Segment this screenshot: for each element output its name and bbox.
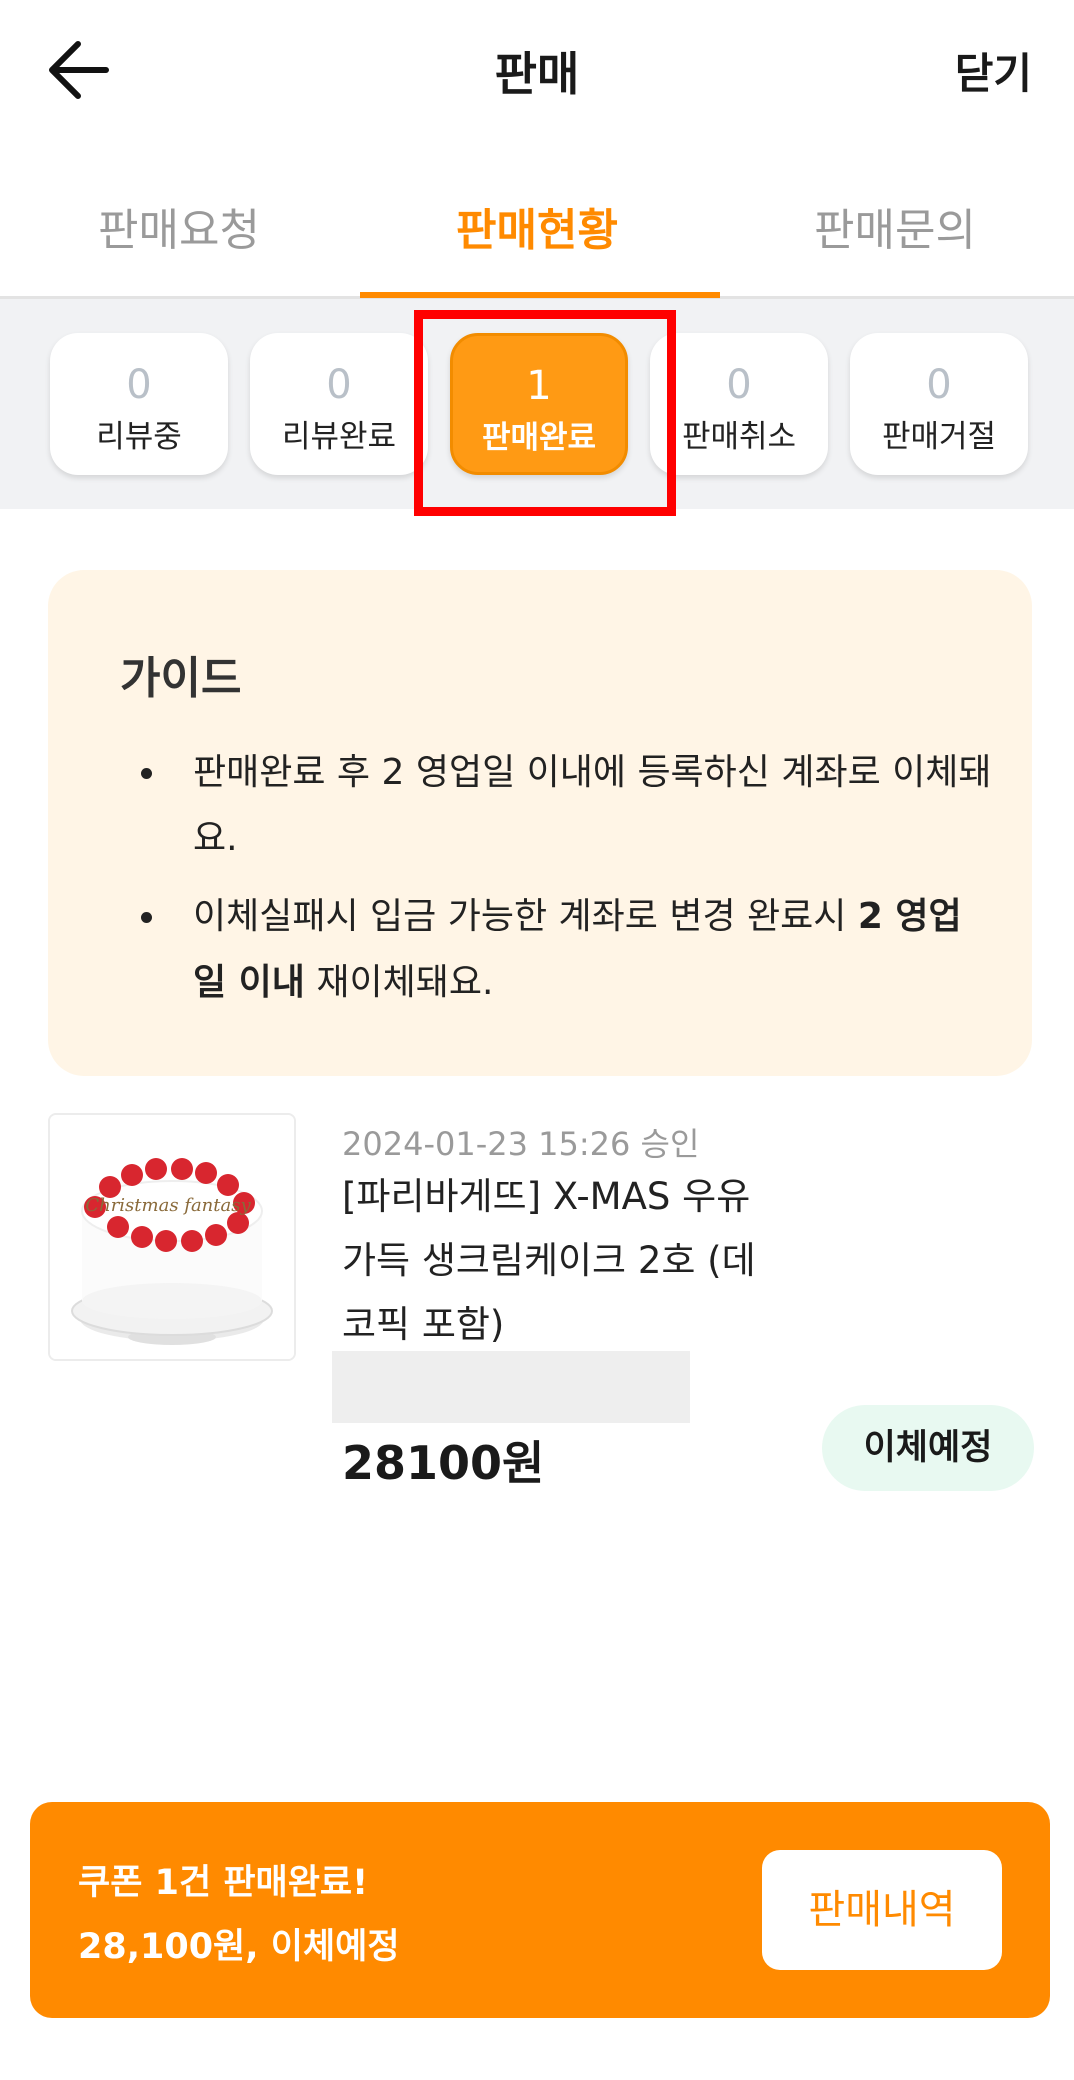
product-thumbnail[interactable]: Christmas fantasy: [48, 1113, 296, 1361]
status-count: 0: [926, 362, 952, 408]
active-tab-indicator: [360, 292, 720, 298]
sale-item[interactable]: Christmas fantasy 2024-01-23 15:26 승인 [파…: [48, 1113, 1034, 1493]
tab-bar: 판매요청 판매현황 판매문의: [0, 172, 1074, 299]
guide-item: 판매완료 후 2 영업일 이내에 등록하신 계좌로 이체돼요.: [141, 740, 993, 872]
bottom-banner: 쿠폰 1건 판매완료! 28,100원, 이체예정 판매내역: [30, 1802, 1050, 2018]
guide-item-text: 재이체돼요.: [304, 962, 494, 1003]
tab-sale-inquiry[interactable]: 판매문의: [716, 194, 1074, 258]
status-chip-reviewing[interactable]: 0 리뷰중: [50, 333, 228, 475]
status-chip-review-done[interactable]: 0 리뷰완료: [250, 333, 428, 475]
banner-summary: 쿠폰 1건 판매완료!: [78, 1863, 369, 1903]
guide-title: 가이드: [120, 653, 242, 704]
guide-item-text: 이체실패시 입금 가능한 계좌로 변경 완료시: [193, 896, 858, 937]
status-chip-sale-rejected[interactable]: 0 판매거절: [850, 333, 1028, 475]
redacted-area: [332, 1351, 690, 1423]
guide-box: 가이드 판매완료 후 2 영업일 이내에 등록하신 계좌로 이체돼요. 이체실패…: [48, 570, 1032, 1076]
header: 판매 닫기: [0, 0, 1074, 140]
status-label: 판매거절: [881, 419, 997, 455]
cake-image: Christmas fantasy: [50, 1115, 294, 1359]
status-label: 판매취소: [681, 419, 797, 455]
tab-sale-status[interactable]: 판매현황: [358, 194, 716, 258]
status-chip-sale-complete[interactable]: 1 판매완료: [450, 333, 628, 475]
status-count: 0: [326, 362, 352, 408]
status-label: 판매완료: [481, 420, 597, 456]
status-label: 리뷰중: [96, 419, 182, 455]
product-price: 28100원: [342, 1436, 545, 1490]
status-chip-sale-cancel[interactable]: 0 판매취소: [650, 333, 828, 475]
approval-date: 2024-01-23 15:26 승인: [342, 1125, 700, 1163]
status-filter-bar: 0 리뷰중 0 리뷰완료 1 판매완료 0 판매취소 0 판매거절: [0, 299, 1074, 509]
transfer-status-badge: 이체예정: [822, 1405, 1034, 1491]
sales-history-button[interactable]: 판매내역: [762, 1850, 1002, 1970]
status-count: 0: [126, 362, 152, 408]
cake-topper-text: Christmas fantasy: [85, 1195, 251, 1216]
status-count: 1: [526, 363, 552, 409]
status-count: 0: [726, 362, 752, 408]
page-title: 판매: [494, 47, 580, 101]
guide-item: 이체실패시 입금 가능한 계좌로 변경 완료시 2 영업일 이내 재이체돼요.: [141, 884, 993, 1016]
banner-amount: 28,100원, 이체예정: [78, 1927, 400, 1967]
status-label: 리뷰완료: [281, 419, 397, 455]
product-name: [파리바게뜨] X-MAS 우유가득 생크림케이크 2호 (데코픽 포함): [342, 1175, 756, 1346]
close-button[interactable]: 닫기: [955, 40, 1032, 101]
tab-sale-request[interactable]: 판매요청: [0, 194, 358, 258]
